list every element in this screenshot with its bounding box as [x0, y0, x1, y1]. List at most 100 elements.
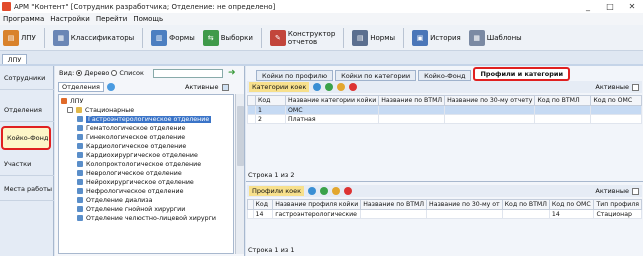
department-icon — [77, 188, 83, 194]
folder-icon — [76, 107, 82, 113]
profiles-active-checkbox[interactable] — [632, 187, 639, 195]
table-cell — [590, 114, 642, 124]
toolbar-separator — [343, 27, 345, 48]
tree-item[interactable]: Гинекологическое отделение — [77, 133, 185, 141]
table-cell: 14 — [548, 209, 595, 219]
classifiers-button[interactable]: ▦ Классификаторы — [52, 26, 134, 50]
tree-item[interactable]: Отделение гнойной хирургии — [77, 205, 185, 213]
tree-group[interactable]: Стационарные — [67, 106, 134, 114]
nav-bed-fund[interactable]: Койко-Фонд — [1, 126, 51, 150]
menu-help[interactable]: Помощь — [133, 15, 163, 23]
splitter[interactable] — [246, 181, 643, 182]
minimize-button[interactable]: _ — [577, 0, 599, 13]
tree-item[interactable]: Кардиохирургическое отделение — [77, 151, 198, 159]
tree-item[interactable]: Колопроктологическое отделение — [77, 160, 201, 168]
delete-icon[interactable] — [344, 187, 353, 195]
norms-button[interactable]: ▤ Нормы — [352, 26, 395, 50]
column-header[interactable]: Код по ОМС — [548, 199, 595, 210]
column-header[interactable]: Код — [255, 95, 286, 106]
tab-departments[interactable]: Отделения — [58, 82, 104, 92]
menu-goto[interactable]: Перейти — [96, 15, 128, 23]
tree-item[interactable]: Гематологическое отделение — [77, 124, 185, 132]
column-header[interactable]: Код по ОМС — [590, 95, 642, 106]
profiles-table: Код Название профиля койки Название по В… — [247, 199, 642, 219]
table-header-row: Код Название профиля койки Название по В… — [247, 199, 642, 210]
subtabs: Отделения Активные — [58, 82, 229, 92]
column-header-marker — [247, 95, 256, 106]
globe-icon[interactable] — [106, 83, 115, 91]
forms-button[interactable]: ▥ Формы — [151, 26, 195, 50]
tree-item[interactable]: Отделение диализа — [77, 196, 152, 204]
refresh-icon[interactable] — [313, 83, 322, 91]
history-button[interactable]: ▣ История — [412, 26, 461, 50]
tree-item[interactable]: Нефрологическое отделение — [77, 187, 183, 195]
templates-label: Шаблоны — [486, 33, 522, 42]
column-header[interactable]: Код — [252, 199, 274, 210]
column-header[interactable]: Название категории койки — [284, 95, 380, 106]
refresh-icon[interactable] — [308, 187, 317, 195]
categories-header: Категории коек Активные — [247, 81, 642, 93]
add-icon[interactable] — [320, 187, 329, 195]
column-header[interactable]: Название по 30-му отчету — [444, 95, 536, 106]
column-header[interactable]: Название по 30-му от — [426, 199, 503, 210]
column-header[interactable]: Название по ВТМЛ — [378, 95, 446, 106]
search-input[interactable] — [153, 69, 223, 78]
tree-root[interactable]: ЛПУ — [61, 97, 83, 105]
selections-icon: ⇆ — [202, 29, 219, 46]
tree-item[interactable]: Нейрохирургическое отделение — [77, 178, 194, 186]
tab-profiles-categories[interactable]: Профили и категории — [473, 67, 571, 81]
column-header[interactable]: Название профиля койки — [272, 199, 362, 210]
column-header[interactable]: Код по ВТМЛ — [534, 95, 592, 106]
tree-radio[interactable] — [76, 70, 83, 76]
add-icon[interactable] — [325, 83, 334, 91]
active-checkbox[interactable] — [221, 83, 229, 91]
categories-active-checkbox[interactable] — [632, 83, 639, 91]
department-icon — [77, 215, 83, 221]
table-row[interactable]: 2 Платная — [247, 114, 642, 124]
department-icon — [77, 206, 83, 212]
tree-scrollbar[interactable] — [235, 94, 244, 254]
selections-button[interactable]: ⇆ Выборки — [202, 26, 253, 50]
categories-status: Строка 1 из 2 — [248, 171, 295, 179]
templates-button[interactable]: ▦ Шаблоны — [468, 26, 522, 50]
nav-employees[interactable]: Сотрудники — [0, 66, 54, 90]
close-button[interactable]: ✕ — [621, 0, 643, 13]
column-header[interactable]: Код по ВТМЛ — [501, 199, 550, 210]
edit-icon[interactable] — [337, 83, 346, 91]
maximize-button[interactable]: □ — [599, 0, 621, 13]
nav-workplaces[interactable]: Места работы — [0, 177, 54, 201]
table-cell: 1 — [255, 105, 286, 115]
edit-icon[interactable] — [332, 187, 341, 195]
tab-beds-by-profile[interactable]: Койки по профилю — [256, 70, 334, 81]
profiles-title: Профили коек — [249, 186, 305, 196]
report-builder-icon: ✎ — [269, 29, 286, 46]
lpu-button[interactable]: ▤ ЛПУ — [3, 26, 36, 50]
tree-item[interactable]: Гастроэнтерологическое отделение — [77, 115, 212, 123]
table-row[interactable]: 14 гастроэнтерологические 14 Стационар — [247, 209, 642, 219]
table-row[interactable]: 1 ОМС — [247, 105, 642, 115]
tree-item[interactable]: Неврологическое отделение — [77, 169, 182, 177]
nav-sites[interactable]: Участки — [0, 152, 54, 176]
tab-bed-fund[interactable]: Койко-Фонд — [418, 70, 472, 81]
view-label: Вид: — [59, 69, 75, 77]
column-header[interactable]: Название по ВТМЛ — [360, 199, 428, 210]
table-cell: 14 — [252, 209, 274, 219]
table-cell: 2 — [255, 114, 286, 124]
department-icon — [77, 134, 83, 140]
tab-beds-by-category[interactable]: Койки по категории — [335, 70, 417, 81]
delete-icon[interactable] — [349, 83, 358, 91]
departments-panel: Вид: Дерево Список ➜ Отделения Активные … — [55, 66, 245, 256]
menu-program[interactable]: Программа — [3, 15, 44, 23]
norms-icon: ▤ — [352, 29, 369, 46]
list-radio[interactable] — [111, 70, 118, 76]
nav-departments[interactable]: Отделения — [0, 98, 54, 122]
scroll-thumb[interactable] — [237, 106, 244, 166]
menu-settings[interactable]: Настройки — [50, 15, 90, 23]
tree-item[interactable]: Кардиологическое отделение — [77, 142, 186, 150]
report-builder-button[interactable]: ✎ Конструктор отчетов — [269, 26, 335, 50]
column-header[interactable]: Тип профиля — [593, 199, 642, 210]
go-arrow-icon[interactable]: ➜ — [228, 68, 236, 78]
categories-active-label: Активные — [595, 83, 629, 91]
tree-item[interactable]: Отделение челюстно-лицевой хирурги — [77, 214, 216, 222]
table-cell: гастроэнтерологические — [272, 209, 362, 219]
